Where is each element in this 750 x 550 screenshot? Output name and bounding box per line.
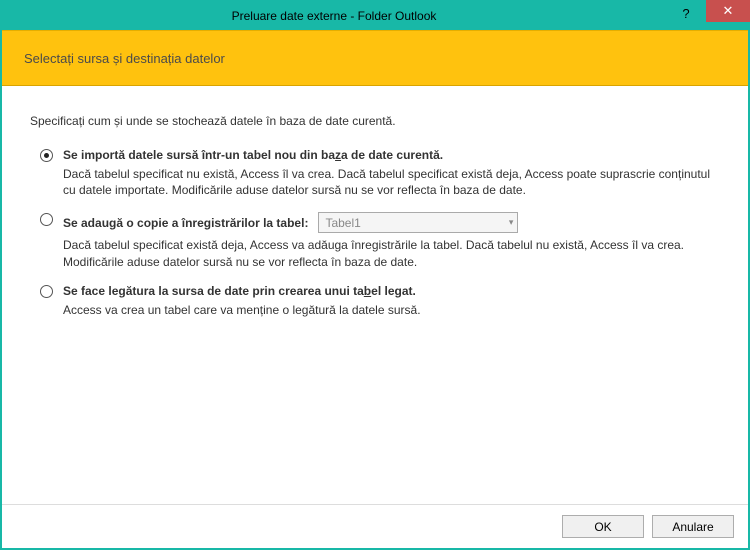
close-button[interactable]: ✕ bbox=[706, 0, 750, 22]
option-link[interactable]: Se face legătura la sursa de date prin c… bbox=[30, 284, 720, 318]
chevron-down-icon: ▾ bbox=[509, 217, 514, 228]
option-append-title-post: ă o copie a înregistrărilor la tabel: bbox=[116, 216, 308, 230]
dialog-window: Preluare date externe - Folder Outlook ?… bbox=[0, 0, 750, 550]
help-button[interactable]: ? bbox=[666, 2, 706, 24]
option-append[interactable]: Se adaugă o copie a înregistrărilor la t… bbox=[30, 212, 720, 269]
window-controls: ? ✕ bbox=[666, 2, 748, 30]
radio-link[interactable] bbox=[40, 285, 53, 298]
titlebar: Preluare date externe - Folder Outlook ?… bbox=[2, 2, 748, 30]
ok-button[interactable]: OK bbox=[562, 515, 644, 538]
option-import-title-pre: Se importă datele sursă într-un tabel no… bbox=[63, 148, 335, 162]
option-append-title: Se adaugă o copie a înregistrărilor la t… bbox=[63, 212, 720, 233]
option-link-title-pre: Se face legătura la sursa de date prin c… bbox=[63, 284, 364, 298]
window-title: Preluare date externe - Folder Outlook bbox=[2, 9, 666, 23]
table-select-combo[interactable]: Tabel1 ▾ bbox=[318, 212, 518, 233]
option-append-title-pre: Se adau bbox=[63, 216, 109, 230]
table-select-value: Tabel1 bbox=[325, 216, 508, 230]
header-banner: Selectați sursa și destinația datelor bbox=[2, 30, 748, 86]
option-import-desc: Dacă tabelul specificat nu există, Acces… bbox=[63, 166, 720, 198]
option-import-body: Se importă datele sursă într-un tabel no… bbox=[63, 148, 720, 198]
radio-import[interactable] bbox=[40, 149, 53, 162]
option-import-title: Se importă datele sursă într-un tabel no… bbox=[63, 148, 720, 162]
dialog-footer: OK Anulare bbox=[2, 504, 748, 548]
option-append-desc: Dacă tabelul specificat există deja, Acc… bbox=[63, 237, 720, 269]
instruction-text: Specificați cum și unde se stochează dat… bbox=[30, 114, 720, 128]
option-append-body: Se adaugă o copie a înregistrărilor la t… bbox=[63, 212, 720, 269]
option-link-desc: Access va crea un tabel care va menține … bbox=[63, 302, 720, 318]
content-area: Specificați cum și unde se stochează dat… bbox=[2, 86, 748, 504]
banner-heading: Selectați sursa și destinația datelor bbox=[24, 51, 225, 66]
cancel-button[interactable]: Anulare bbox=[652, 515, 734, 538]
option-link-body: Se face legătura la sursa de date prin c… bbox=[63, 284, 720, 318]
option-link-title: Se face legătura la sursa de date prin c… bbox=[63, 284, 720, 298]
option-link-title-post: el legat. bbox=[371, 284, 416, 298]
option-import[interactable]: Se importă datele sursă într-un tabel no… bbox=[30, 148, 720, 198]
radio-append[interactable] bbox=[40, 213, 53, 226]
option-import-title-post: a de date curentă. bbox=[341, 148, 443, 162]
